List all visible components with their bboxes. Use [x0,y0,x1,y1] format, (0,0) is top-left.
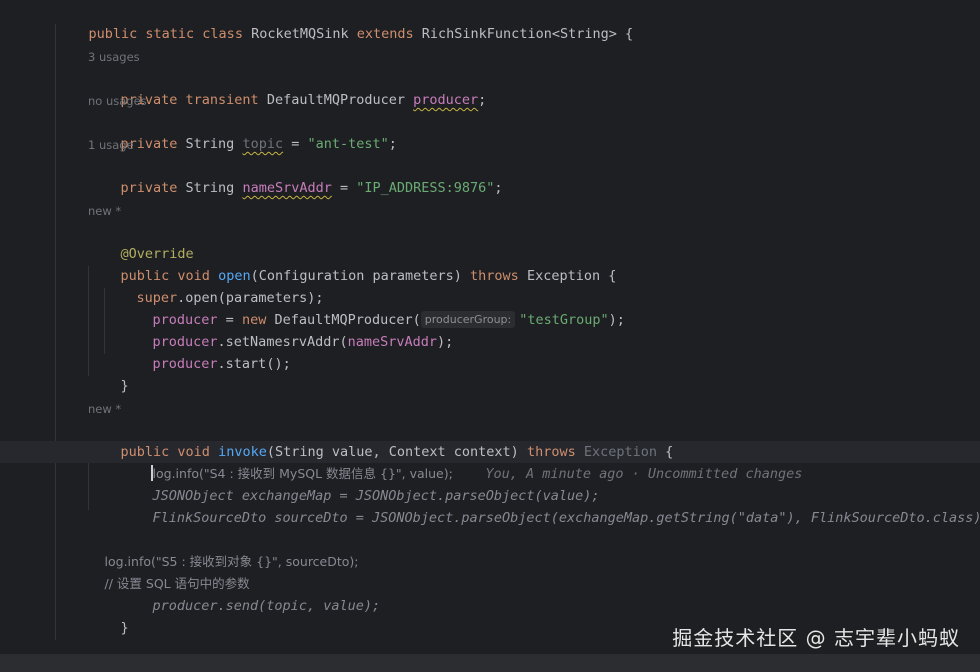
code-line-invoke-method[interactable]: public void invoke(String value, Context… [88,419,674,460]
exception-type: Exception { [526,268,617,284]
string-literal: "IP_ADDRESS:9876" [356,180,495,196]
type-name: DefaultMQProducer [266,92,414,108]
code-text: FlinkSourceDto sourceDto = JSONObject.pa… [152,510,980,526]
code-line-topic-field[interactable]: private String topic = "ant-test"; [88,111,397,152]
keyword: private [120,180,186,196]
usages-hint[interactable]: 1 usage [88,137,134,153]
code-line-super-open[interactable]: super.open(parameters); [104,265,324,306]
field-name: nameSrvAddr [347,334,437,350]
call-end: ); [608,312,625,328]
usages-hint[interactable]: 3 usages [88,49,140,65]
code-line-class-declaration[interactable]: public static class RocketMQSink extends… [56,1,634,42]
semicolon: ; [388,136,397,152]
code-line-log-s5[interactable]: log.info("S5 : 接收到对象 {}", sourceDto); [72,529,359,569]
class-name: RocketMQSink [251,26,357,42]
superclass: RichSinkFunction<String> { [421,26,634,42]
field-name: nameSrvAddr [242,180,332,196]
status-bar [0,654,980,672]
watermark-text: 掘金技术社区 @ 志宇辈小蚂蚁 [672,626,960,650]
usages-hint[interactable]: no usages [88,93,147,109]
type-name: String [185,180,243,196]
keyword: public static class [88,26,252,42]
code-editor[interactable]: public static class RocketMQSink extends… [0,0,980,672]
code-line-log-s4[interactable]: log.info("S4 : 接收到 MySQL 数据信息 {}", value… [118,441,802,482]
type-name: String [185,136,243,152]
brace: } [120,378,129,394]
brace: } [120,620,129,636]
string-literal: "ant-test" [307,136,389,152]
code-text: producer.send(topic, value); [152,598,381,614]
field-name: producer [413,92,479,108]
author-hint[interactable]: new * [88,401,121,417]
method-call: .start(); [217,356,291,372]
keyword: extends [356,26,422,42]
code-line-exchange-map[interactable]: JSONObject exchangeMap = JSONObject.pars… [120,463,600,504]
code-line-override[interactable]: @Override [88,221,194,262]
operator: = [283,136,308,152]
author-hint[interactable]: new * [88,203,121,219]
field-name: producer [152,356,218,372]
semicolon: ; [478,92,487,108]
code-line-producer-start[interactable]: producer.start(); [120,331,291,372]
string-literal: "testGroup" [519,312,609,328]
code-line-producer-field[interactable]: private transient DefaultMQProducer prod… [88,67,487,108]
keyword: throws [470,268,527,284]
field-name: topic [242,136,284,152]
call-end: ); [437,334,454,350]
code-line-producer-send[interactable]: producer.send(topic, value); [120,573,381,614]
code-line-set-namesrv[interactable]: producer.setNamesrvAddr(nameSrvAddr); [120,309,454,350]
code-line-source-dto[interactable]: FlinkSourceDto sourceDto = JSONObject.pa… [120,485,980,526]
code-line-namesrv-field[interactable]: private String nameSrvAddr = "IP_ADDRESS… [88,155,503,196]
code-line-comment[interactable]: // 设置 SQL 语句中的参数 [72,551,250,591]
code-line-close-brace[interactable]: } [88,595,129,636]
semicolon: ; [494,180,503,196]
indent-guide [55,24,56,640]
code-line-close-brace[interactable]: } [88,353,129,394]
operator: = [331,180,357,196]
code-line-open-method[interactable]: public void open(Configuration parameter… [88,243,617,284]
code-line-new-producer[interactable]: producer = new DefaultMQProducer(produce… [120,287,625,328]
